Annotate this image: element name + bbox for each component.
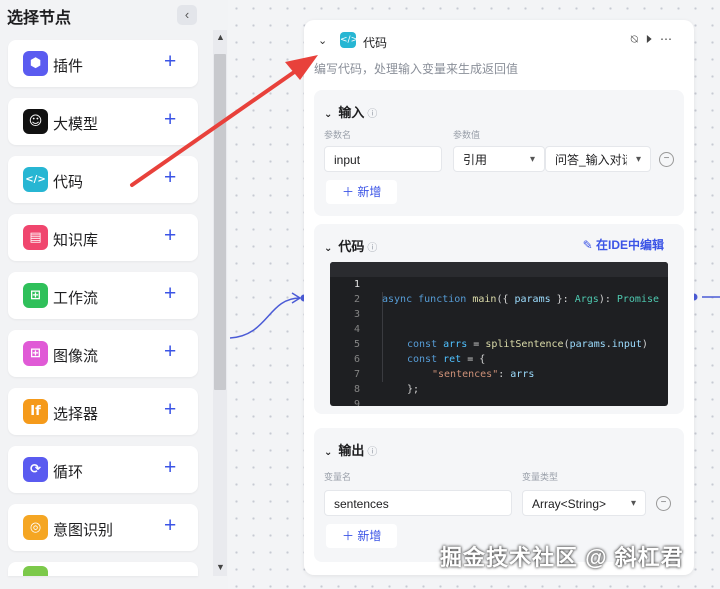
watermark: 掘金技术社区 @ 斜杠君 [440, 545, 684, 570]
annotation-arrow [130, 55, 318, 187]
